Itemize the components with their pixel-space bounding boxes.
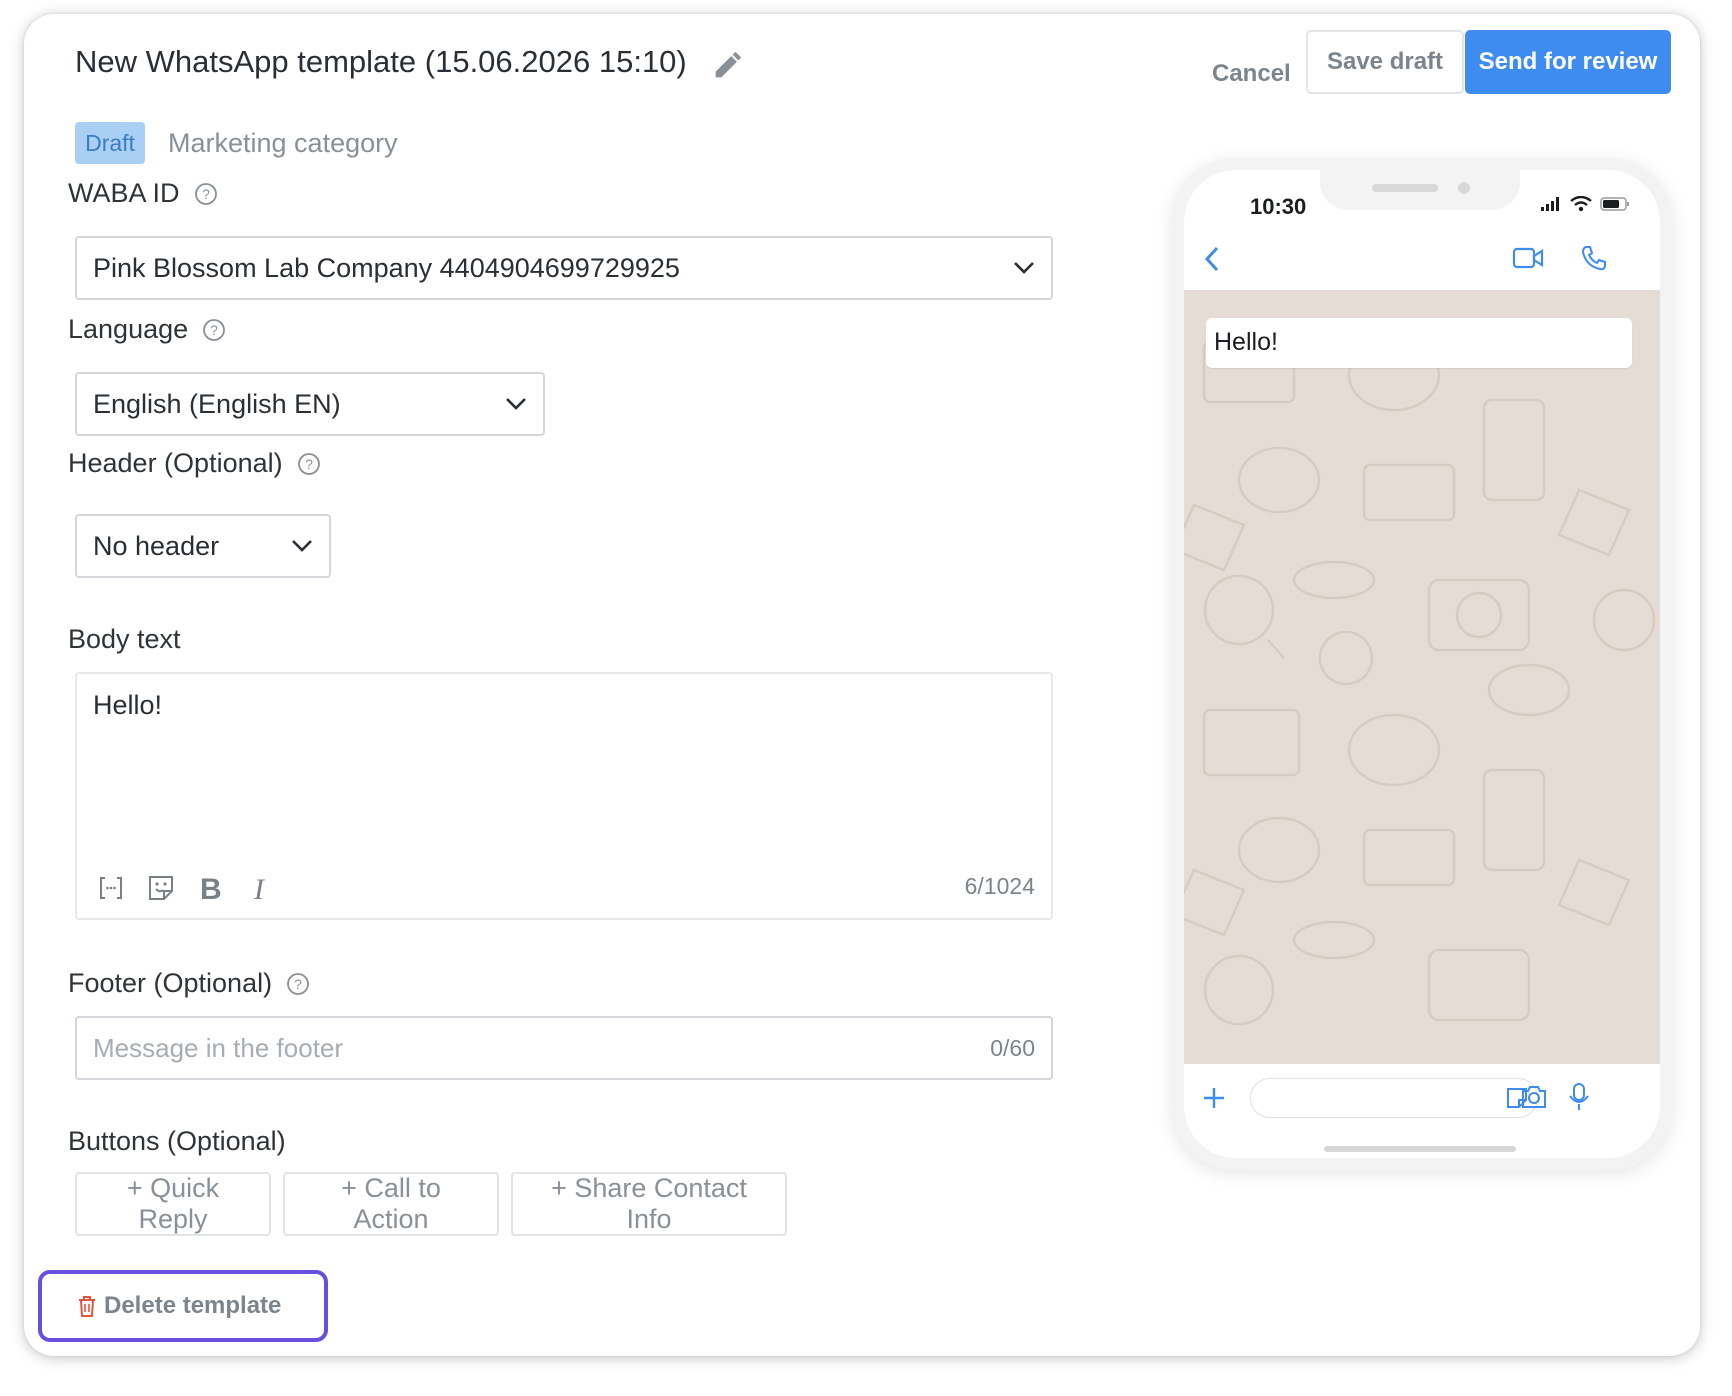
footer-input[interactable] (93, 1032, 991, 1064)
help-icon[interactable]: ? (297, 452, 321, 476)
footer-field: 0/60 (75, 1016, 1053, 1080)
template-editor-card: New WhatsApp template (15.06.2026 15:10)… (24, 14, 1700, 1356)
waba-id-label: WABA ID (68, 178, 180, 208)
chat-input-bar (1184, 1064, 1660, 1134)
chat-header (1184, 230, 1660, 288)
page-title: New WhatsApp template (15.06.2026 15:10) (75, 44, 687, 79)
waba-id-value: Pink Blossom Lab Company 440490469972992… (93, 252, 680, 283)
wifi-icon (1570, 196, 1592, 212)
footer-char-counter: 0/60 (990, 1034, 1035, 1061)
phone-notch (1320, 170, 1520, 210)
variable-icon[interactable] (95, 872, 127, 904)
body-char-counter: 6/1024 (964, 873, 1035, 899)
chevron-down-icon (506, 398, 526, 410)
status-icons (1540, 196, 1630, 212)
waba-id-select[interactable]: Pink Blossom Lab Company 440490469972992… (75, 236, 1053, 300)
phone-preview: 10:30 Hello! (1172, 158, 1672, 1170)
share-contact-info-button[interactable]: + Share Contact Info (511, 1172, 787, 1236)
chevron-down-icon (1014, 262, 1034, 274)
video-call-icon[interactable] (1512, 246, 1544, 270)
camera-icon[interactable] (1520, 1084, 1548, 1110)
buttons-label: Buttons (Optional) (68, 1126, 286, 1156)
save-draft-button[interactable]: Save draft (1306, 30, 1464, 94)
cancel-button[interactable]: Cancel (1198, 42, 1305, 106)
language-field-label: Language ? (68, 314, 226, 345)
send-for-review-button[interactable]: Send for review (1465, 30, 1671, 94)
help-icon[interactable]: ? (194, 182, 218, 206)
footer-label: Footer (Optional) (68, 968, 273, 998)
language-value: English (English EN) (93, 388, 341, 419)
help-icon[interactable]: ? (286, 972, 310, 996)
header-label: Header (Optional) (68, 448, 283, 478)
phone-call-icon[interactable] (1580, 244, 1608, 272)
svg-text:?: ? (210, 322, 218, 338)
chat-wallpaper-pattern (1184, 338, 1656, 1026)
header-value: No header (93, 530, 220, 561)
signal-icon (1541, 197, 1559, 211)
pencil-icon[interactable] (710, 49, 744, 83)
message-input[interactable] (1250, 1078, 1538, 1118)
body-text-value[interactable]: Hello! (93, 690, 162, 721)
italic-icon[interactable]: I (245, 872, 277, 904)
svg-text:I: I (253, 874, 266, 902)
emoji-icon[interactable] (145, 872, 177, 904)
header-field-label: Header (Optional) ? (68, 448, 321, 479)
battery-icon (1600, 197, 1629, 211)
phone-screen: 10:30 Hello! (1184, 170, 1660, 1158)
svg-text:?: ? (294, 976, 302, 992)
formatting-toolbar: B I (95, 872, 277, 904)
svg-text:?: ? (202, 186, 210, 202)
help-icon[interactable]: ? (202, 318, 226, 342)
body-text-editor[interactable]: Hello! B I 6/1024 (75, 672, 1053, 920)
svg-text:?: ? (305, 456, 313, 472)
delete-template-button[interactable]: Delete template (38, 1270, 328, 1342)
microphone-icon[interactable] (1568, 1082, 1590, 1112)
language-label: Language (68, 314, 189, 344)
chevron-down-icon (292, 540, 312, 552)
call-to-action-button[interactable]: + Call to Action (283, 1172, 499, 1236)
waba-id-field-label: WABA ID ? (68, 178, 218, 209)
header-select[interactable]: No header (75, 514, 331, 578)
body-text-label: Body text (68, 624, 181, 654)
message-bubble: Hello! (1206, 318, 1632, 368)
back-arrow-icon[interactable] (1202, 244, 1222, 274)
language-select[interactable]: English (English EN) (75, 372, 545, 436)
category-label: Marketing category (168, 128, 398, 158)
status-time: 10:30 (1250, 194, 1307, 219)
svg-text:B: B (200, 874, 222, 902)
footer-field-label: Footer (Optional) ? (68, 968, 310, 999)
trash-icon (79, 1296, 95, 1317)
bold-icon[interactable]: B (195, 872, 227, 904)
quick-reply-button[interactable]: + Quick Reply (75, 1172, 271, 1236)
delete-template-label: Delete template (104, 1292, 282, 1319)
status-badge: Draft (75, 122, 145, 164)
home-indicator (1324, 1146, 1516, 1152)
chat-background: Hello! (1184, 290, 1660, 1064)
plus-icon[interactable] (1202, 1086, 1226, 1110)
